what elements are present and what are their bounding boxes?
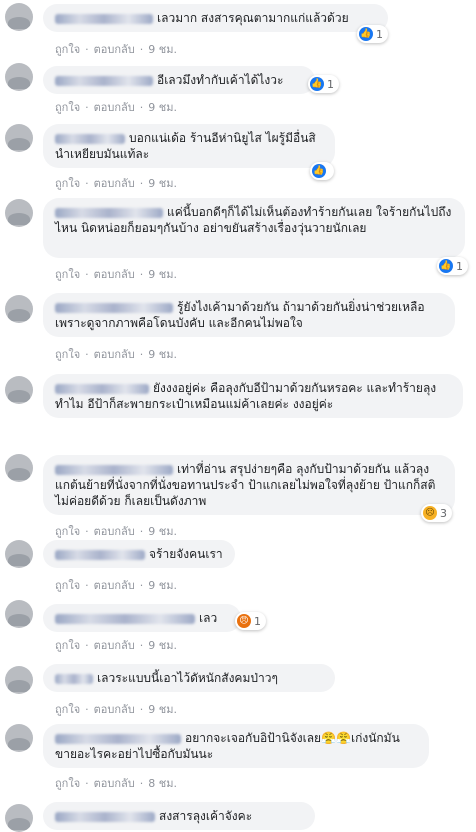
like-link[interactable]: ถูกใจ [55,525,80,538]
comment-time[interactable]: 9 ชม. [148,703,177,716]
avatar[interactable] [5,199,33,227]
thumbs-up-icon: 👍 [439,259,453,273]
reply-link[interactable]: ตอบกลับ [94,43,135,56]
comment-bubble: อีเลวมึงทำกับเค้าได้ไงวะ [43,66,315,94]
reply-link[interactable]: ตอบกลับ [94,177,135,190]
comment-bubble: จร้ายจังคนเรา [43,540,235,568]
comment-bubble: แค่นี้บอกดีๆก็ได้ไม่เห็นต้องทำร้ายกันเลย… [43,198,465,258]
comment-actions: ถูกใจ · ตอบกลับ · 9 ชม. [55,43,177,56]
sad-face-icon: ☹ [423,506,437,520]
reply-link[interactable]: ตอบกลับ [94,703,135,716]
comment-bubble: อยากจะเจอกับอิป้านิจังเลย😤😤เก่งนักมันขาย… [43,724,429,768]
angry-face-icon: 😠 [237,614,251,628]
reply-link[interactable]: ตอบกลับ [94,101,135,114]
avatar[interactable] [5,124,33,152]
commenter-name-blurred[interactable] [55,13,153,24]
reaction-badge[interactable]: 👍 1 [437,257,468,275]
commenter-name-blurred[interactable] [55,75,153,86]
thumbs-up-icon: 👍 [312,164,326,178]
reaction-count: 1 [327,77,334,91]
comment-bubble: เลว [43,604,241,632]
comment-actions: ถูกใจ · ตอบกลับ · 9 ชม. [55,703,177,716]
reaction-count: 1 [376,27,383,41]
avatar[interactable] [5,454,33,482]
comment-bubble: เลวระแบบนี้เอาไว้ดัหนักสังคมป่าวๆ [43,664,335,692]
commenter-name-blurred[interactable] [55,383,149,394]
comment-text: จร้ายจังคนเรา [149,547,223,561]
like-link[interactable]: ถูกใจ [55,579,80,592]
reply-link[interactable]: ตอบกลับ [94,639,135,652]
reaction-badge[interactable]: 👍 1 [357,25,388,43]
comment-actions: ถูกใจ · ตอบกลับ · 9 ชม. [55,101,177,114]
commenter-name-blurred[interactable] [55,811,155,822]
comment-text: เลวระแบบนี้เอาไว้ดัหนักสังคมป่าวๆ [97,671,278,685]
comment-time[interactable]: 9 ชม. [148,43,177,56]
comment-bubble: ยังงงอยู่ค่ะ คือลุงกับอีป้ามาด้วยกันหรอค… [43,374,463,418]
comment-time[interactable]: 9 ชม. [148,177,177,190]
reaction-badge[interactable]: 👍 [310,162,334,180]
commenter-name-blurred[interactable] [55,207,163,218]
comment-actions: ถูกใจ · ตอบกลับ · 9 ชม. [55,525,177,538]
like-link[interactable]: ถูกใจ [55,101,80,114]
avatar[interactable] [5,3,33,31]
reply-link[interactable]: ตอบกลับ [94,268,135,281]
comment-time[interactable]: 9 ชม. [148,525,177,538]
comment-text: เลว [199,611,218,625]
comment-time[interactable]: 9 ชม. [148,268,177,281]
like-link[interactable]: ถูกใจ [55,639,80,652]
avatar[interactable] [5,540,33,568]
like-link[interactable]: ถูกใจ [55,268,80,281]
reaction-count: 1 [254,614,261,628]
reply-link[interactable]: ตอบกลับ [94,525,135,538]
reply-link[interactable]: ตอบกลับ [94,348,135,361]
commenter-name-blurred[interactable] [55,733,181,744]
comment-text: สงสารลุงเค้าจังคะ [159,809,253,823]
comment-time[interactable]: 9 ชม. [148,348,177,361]
reaction-count: 3 [440,506,447,520]
avatar[interactable] [5,724,33,752]
comment-bubble: สงสารลุงเค้าจังคะ [43,802,315,830]
avatar[interactable] [5,295,33,323]
thumbs-up-icon: 👍 [359,27,373,41]
reaction-badge[interactable]: 😠 1 [235,612,266,630]
comment-actions: ถูกใจ · ตอบกลับ · 9 ชม. [55,639,177,652]
reaction-badge[interactable]: 👍 1 [308,75,339,93]
comment-bubble: รู้ยังไงเค้ามาด้วยกัน ถ้ามาด้วยกันยิ่งน่… [43,293,455,337]
like-link[interactable]: ถูกใจ [55,177,80,190]
avatar[interactable] [5,600,33,628]
commenter-name-blurred[interactable] [55,133,125,144]
comment-bubble: เท่าที่อ่าน สรุปง่ายๆคือ ลุงกับป้ามาด้วย… [43,455,455,515]
commenter-name-blurred[interactable] [55,302,173,313]
avatar[interactable] [5,63,33,91]
commenter-name-blurred[interactable] [55,673,93,684]
comment-time[interactable]: 9 ชม. [148,639,177,652]
avatar[interactable] [5,376,33,404]
comment-time[interactable]: 9 ชม. [148,101,177,114]
commenter-name-blurred[interactable] [55,613,195,624]
avatar[interactable] [5,666,33,694]
comment-time[interactable]: 8 ชม. [148,777,177,790]
comment-bubble: เลวมาก สงสารคุณตามากแก่แล้วด้วย [43,4,388,32]
reply-link[interactable]: ตอบกลับ [94,579,135,592]
comment-actions: ถูกใจ · ตอบกลับ · 8 ชม. [55,777,177,790]
like-link[interactable]: ถูกใจ [55,348,80,361]
like-link[interactable]: ถูกใจ [55,703,80,716]
comment-text: เลวมาก สงสารคุณตามากแก่แล้วด้วย [157,11,349,25]
comment-actions: ถูกใจ · ตอบกลับ · 9 ชม. [55,579,177,592]
comment-time[interactable]: 9 ชม. [148,579,177,592]
reaction-count: 1 [456,259,463,273]
commenter-name-blurred[interactable] [55,464,173,475]
like-link[interactable]: ถูกใจ [55,777,80,790]
reply-link[interactable]: ตอบกลับ [94,777,135,790]
reaction-badge[interactable]: ☹ 3 [421,504,452,522]
like-link[interactable]: ถูกใจ [55,43,80,56]
commenter-name-blurred[interactable] [55,549,145,560]
avatar[interactable] [5,804,33,832]
comment-actions: ถูกใจ · ตอบกลับ · 9 ชม. [55,177,177,190]
thumbs-up-icon: 👍 [310,77,324,91]
comment-bubble: บอกแน่เด้อ ร้านอีห่านิยูไส ไผรู้มีอื่นสิ… [43,124,335,168]
comment-actions: ถูกใจ · ตอบกลับ · 9 ชม. [55,348,177,361]
comment-text: อีเลวมึงทำกับเค้าได้ไงวะ [157,73,284,87]
comment-actions: ถูกใจ · ตอบกลับ · 9 ชม. [55,268,177,281]
